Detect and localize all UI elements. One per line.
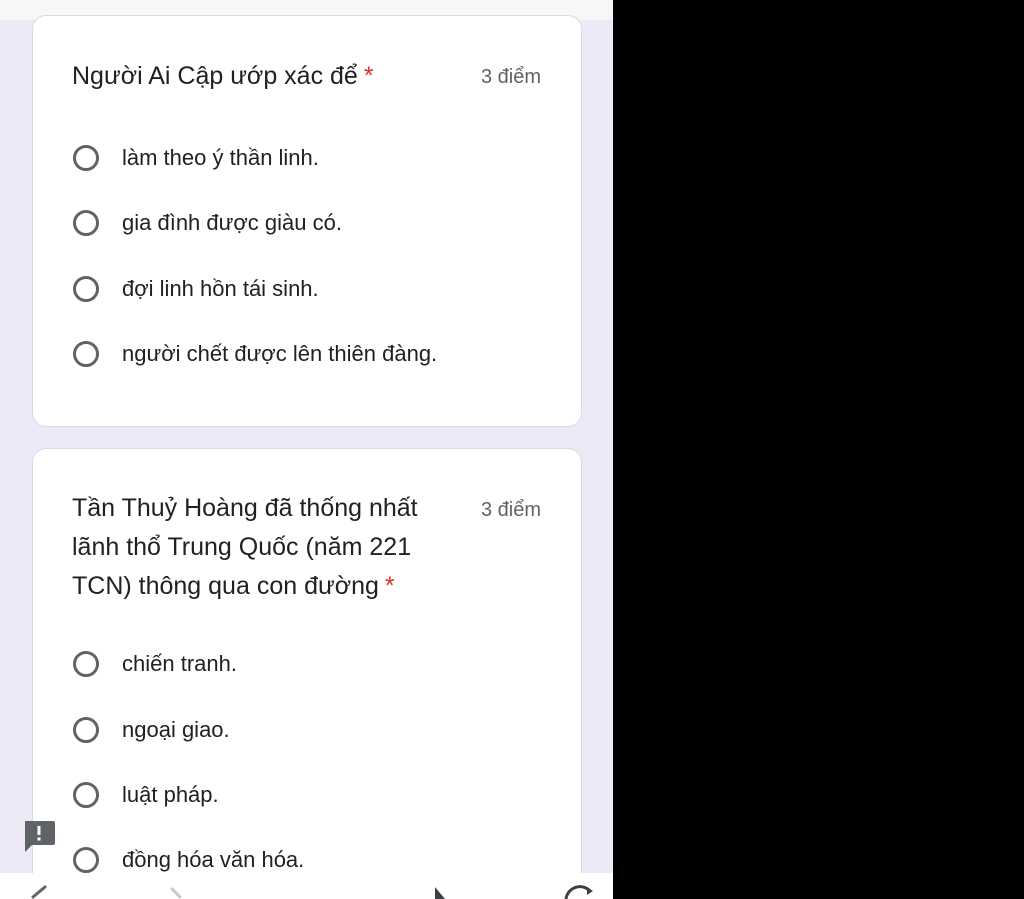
back-icon[interactable] [25, 873, 65, 899]
option-label: người chết được lên thiên đàng. [122, 341, 438, 366]
required-asterisk: * [384, 572, 395, 600]
forward-icon[interactable] [160, 873, 200, 899]
option-label: gia đình được giàu có. [122, 210, 342, 235]
phone-screen: Người Ai Cập ướp xác để * 3 điểm làm theo… [0, 0, 613, 899]
form-content: Người Ai Cập ướp xác để * 3 điểm làm theo… [0, 0, 613, 873]
option-label: ngoại giao. [122, 717, 230, 742]
option-gia-dinh-duoc-giau-co[interactable]: gia đình được giàu có. [73, 206, 342, 240]
option-label: làm theo ý thần linh. [122, 145, 319, 170]
report-problem-icon[interactable] [22, 819, 56, 853]
question-points: 3 điểm [480, 499, 541, 521]
option-label: chiến tranh. [122, 651, 237, 676]
option-ngoai-giao[interactable]: ngoại giao. [73, 713, 230, 747]
option-dong-hoa-van-hoa[interactable]: đồng hóa văn hóa. [73, 843, 304, 873]
radio-button[interactable] [73, 145, 99, 171]
radio-button[interactable] [73, 847, 99, 873]
radio-button[interactable] [73, 276, 99, 302]
question-title-text: Người Ai Cập ướp xác để [72, 62, 358, 90]
reload-icon[interactable] [560, 873, 600, 899]
share-icon[interactable] [425, 873, 465, 899]
option-label: đồng hóa văn hóa. [122, 847, 305, 872]
question-points: 3 điểm [480, 66, 541, 88]
radio-button[interactable] [73, 717, 99, 743]
option-chien-tranh[interactable]: chiến tranh. [73, 647, 237, 681]
option-nguoi-chet-len-thien-dang[interactable]: người chết được lên thiên đàng. [73, 337, 437, 371]
required-asterisk: * [363, 62, 374, 90]
radio-button[interactable] [73, 210, 99, 236]
option-label: luật pháp. [122, 782, 219, 807]
radio-button[interactable] [73, 651, 99, 677]
question-title: Tần Thuỷ Hoàng đã thống nhất lãnh thổ Tr… [72, 489, 452, 606]
question-title: Người Ai Cập ướp xác để * [72, 57, 452, 96]
option-label: đợi linh hồn tái sinh. [122, 276, 319, 301]
question-title-text: Tần Thuỷ Hoàng đã thống nhất lãnh thổ Tr… [72, 494, 418, 600]
question-card-1: Người Ai Cập ướp xác để * 3 điểm làm theo… [32, 15, 582, 427]
question-card-2: Tần Thuỷ Hoàng đã thống nhất lãnh thổ Tr… [32, 448, 582, 873]
browser-navigation-bar [0, 873, 613, 899]
option-lam-theo-y-than-linh[interactable]: làm theo ý thần linh. [73, 141, 319, 175]
radio-button[interactable] [73, 341, 99, 367]
option-doi-linh-hon-tai-sinh[interactable]: đợi linh hồn tái sinh. [73, 272, 319, 306]
radio-button[interactable] [73, 782, 99, 808]
option-luat-phap[interactable]: luật pháp. [73, 778, 219, 812]
